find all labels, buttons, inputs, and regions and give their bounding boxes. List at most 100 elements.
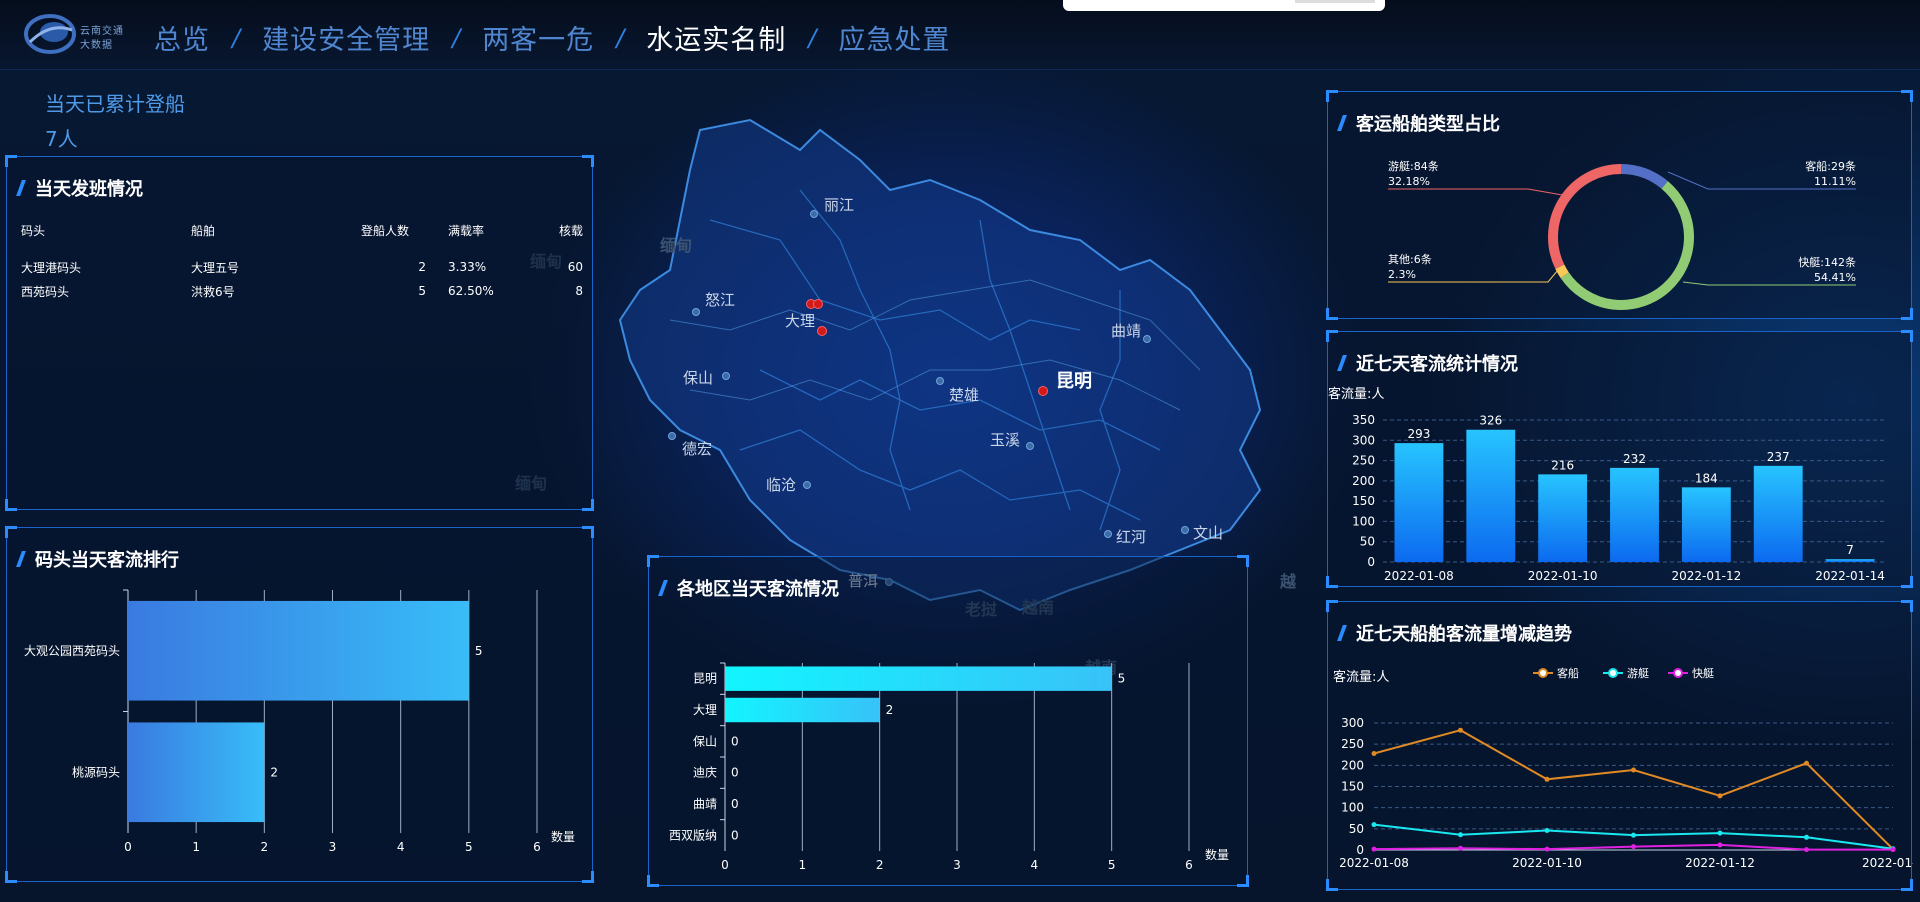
x-tick-label: 4 (1031, 858, 1039, 872)
pier-ranking-panel: 码头当天客流排行 0 1 2 3 4 5 6 数量 大观公园西苑码头 5 桃源码头 2 (5, 526, 594, 883)
data-point (1544, 846, 1550, 852)
logo-text: 云南交通 (80, 26, 124, 37)
x-tick-label: 3 (329, 840, 337, 854)
legend-label: 游艇 (1627, 666, 1649, 680)
x-tick-label: 2 (261, 840, 269, 854)
y-tick-label: 100 (1341, 801, 1364, 815)
city-label: 临沧 (766, 476, 797, 494)
data-label: 0 (731, 734, 739, 748)
table-cell: 8 (575, 284, 583, 298)
bar (128, 722, 265, 823)
city-label: 怒江 (705, 291, 736, 309)
data-point (1371, 822, 1377, 828)
data-label: 0 (731, 797, 739, 811)
data-point (1631, 767, 1636, 773)
nav-construction-safety[interactable]: 建设安全管理 (262, 18, 430, 57)
city-label: 大理 (785, 312, 816, 330)
pier-ranking-chart[interactable]: 0 1 2 3 4 5 6 数量 大观公园西苑码头 5 桃源码头 2 (7, 578, 594, 868)
bar (725, 697, 880, 723)
x-tick-label: 2022-01-08 (1384, 569, 1454, 583)
table-row[interactable]: 大理港码头 大理五号 2 3.33% 60 (21, 255, 583, 279)
logo[interactable]: 云南交通 大数据 (24, 12, 130, 56)
data-label: 184 (1695, 471, 1718, 485)
ship-types-donut-chart[interactable]: 游艇:84条 32.18% 客船:29条 11.11% 其他:6条 2.3% 快艇:142条… (1328, 92, 1913, 320)
nav-separator: / (808, 23, 817, 52)
y-tick-label: 200 (1341, 758, 1364, 772)
data-label: 232 (1623, 452, 1646, 466)
top-navigation-bar: 云南交通 大数据 总览 / 建设安全管理 / 两客一危 / 水运实名制 / 应急… (0, 0, 1920, 70)
data-point (1717, 793, 1723, 799)
x-tick-label: 5 (465, 840, 473, 854)
table-cell: 5 (418, 284, 426, 298)
data-label: 2 (270, 765, 278, 779)
table-cell: 60 (567, 260, 583, 274)
bar (1394, 443, 1444, 562)
nav-passenger-danger[interactable]: 两客一危 (482, 18, 594, 57)
y-tick-label: 250 (1352, 454, 1375, 468)
bar (725, 666, 1112, 691)
counter-number: 7 (45, 127, 58, 151)
slice-percent: 32.18% (1388, 175, 1430, 188)
column-header: 核载 (558, 223, 583, 238)
y-tick-label: 0 (1367, 555, 1375, 569)
category-label: 桃源码头 (72, 764, 120, 779)
y-tick-label: 100 (1352, 514, 1375, 528)
data-label: 2 (886, 703, 894, 717)
nav-separator: / (616, 23, 625, 52)
bar (1681, 487, 1731, 562)
panel-title-text: 各地区当天客流情况 (677, 579, 839, 600)
x-tick-label: 2022-01-14 (1815, 569, 1885, 583)
schedule-panel: 当天发班情况 码头 船舶 登船人数 满载率 核载 大理港码头 大理五号 2 3.… (5, 155, 594, 511)
data-label: 0 (731, 766, 739, 780)
x-tick-label: 2022-01-12 (1685, 856, 1755, 870)
x-tick-label: 0 (721, 858, 729, 872)
panel-title: 当天发班情况 (16, 175, 143, 201)
main-nav: 总览 / 建设安全管理 / 两客一危 / 水运实名制 / 应急处置 (154, 18, 950, 57)
data-point (1631, 832, 1636, 838)
data-point (1804, 847, 1809, 853)
panel-title: 近七天船舶客流量增减趋势 (1337, 620, 1572, 646)
dashboard: 缅甸 缅甸 缅甸 老挝 越南 越南 越 怒江 大理 丽江 保山 德宏 临沧 楚雄… (0, 0, 1920, 902)
table-row[interactable]: 西苑码头 洪救6号 5 62.50% 8 (21, 279, 583, 303)
x-tick-label: 2022-01-08 (1339, 856, 1409, 870)
x-tick-label: 2 (876, 858, 884, 872)
x-tick-label: 4 (397, 840, 405, 854)
weekly-flow-bar-chart[interactable]: 客流量:人 0 50 100 150 200 250 300 350 293 326 216 232 18… (1328, 378, 1913, 588)
nav-emergency[interactable]: 应急处置 (838, 18, 950, 57)
nav-overview[interactable]: 总览 (154, 18, 210, 57)
counter-label: 当天已累计登船 (45, 92, 185, 116)
category-label: 大观公园西苑码头 (24, 644, 120, 658)
category-label: 迪庆 (693, 766, 717, 780)
nav-waterway-realname[interactable]: 水运实名制 (646, 18, 786, 57)
table-cell: 西苑码头 (21, 284, 70, 299)
data-label: 293 (1407, 427, 1430, 441)
x-tick-label: 3 (953, 858, 961, 872)
counter-value: 7人 (45, 123, 185, 152)
data-point (1717, 830, 1723, 836)
y-tick-label: 150 (1352, 494, 1375, 508)
legend-swatch-dot (1608, 668, 1618, 678)
slice-label: 客船:29条 (1805, 159, 1856, 173)
y-tick-label: 150 (1341, 780, 1364, 794)
y-tick-label: 0 (1356, 843, 1364, 857)
x-tick-label: 1 (192, 840, 200, 854)
bar (1466, 429, 1516, 562)
data-point (1458, 832, 1463, 838)
table-cell: 62.50% (448, 284, 494, 298)
schedule-table: 码头 船舶 登船人数 满载率 核载 大理港码头 大理五号 2 3.33% 60 … (21, 217, 583, 303)
column-header: 满载率 (448, 223, 485, 238)
y-axis-label: 客流量:人 (1328, 386, 1384, 402)
x-tick-label: 5 (1108, 858, 1116, 872)
slice-label: 其他:6条 (1388, 252, 1432, 266)
data-label: 237 (1767, 450, 1790, 464)
city-label: 文山 (1193, 524, 1224, 542)
data-label: 5 (1118, 672, 1126, 686)
column-header: 码头 (21, 223, 46, 238)
region-flow-chart[interactable]: 0 1 2 3 4 5 6 数量 昆明 5 大理 2 保山 0 迪庆 0 曲靖 0 西双版纳 0 (649, 603, 1249, 883)
trend-line-chart[interactable]: 客流量:人 0 50 100 150 200 250 300 2022-01-08 2022-01… (1328, 651, 1913, 891)
y-tick-label: 350 (1352, 413, 1375, 427)
category-label: 西双版纳 (669, 828, 717, 842)
panel-title-text: 近七天客流统计情况 (1356, 354, 1518, 375)
floating-search-box[interactable] (1063, 0, 1385, 11)
legend-swatch-dot (1538, 668, 1548, 678)
